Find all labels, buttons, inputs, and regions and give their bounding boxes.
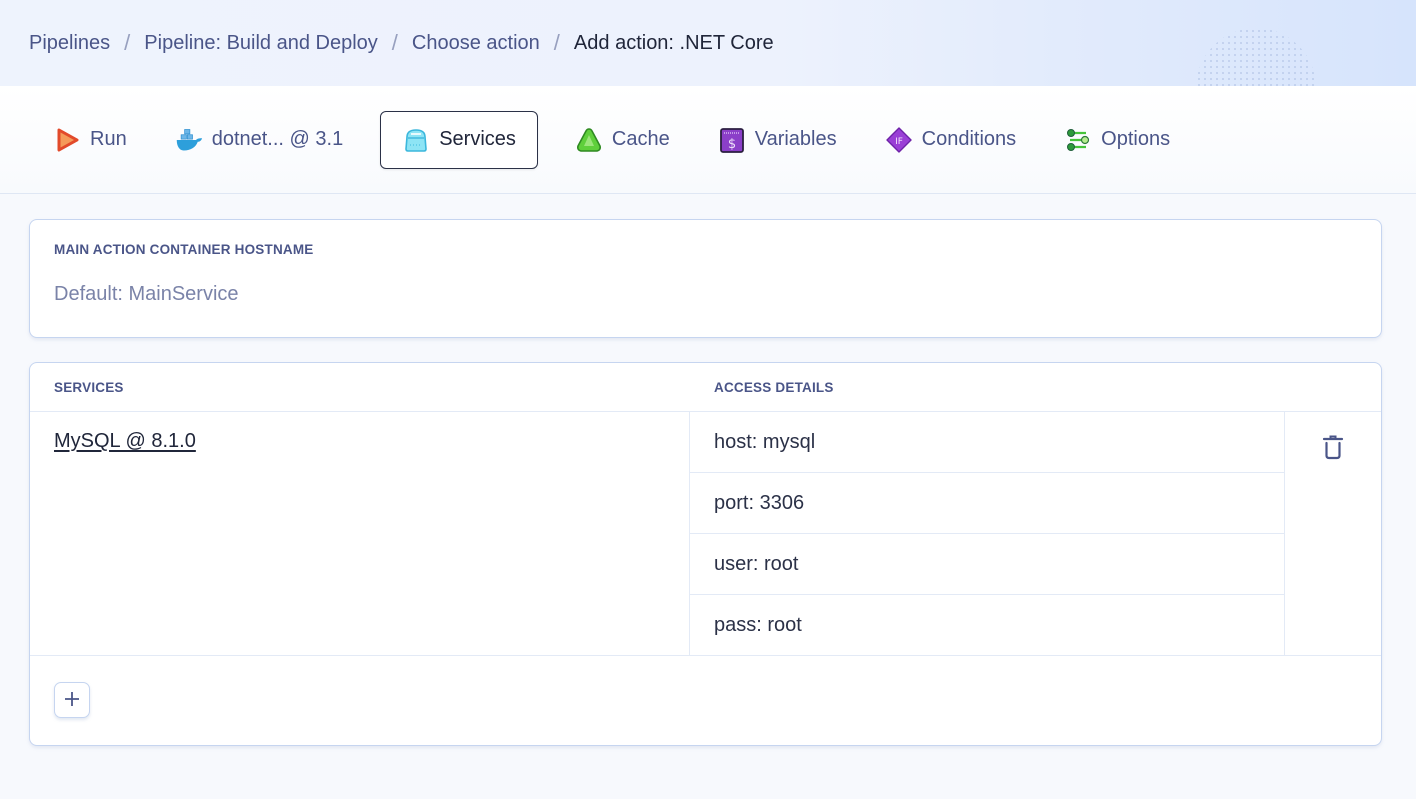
run-icon [53,126,81,154]
access-detail-port: port: 3306 [690,473,1284,534]
svg-text:IF: IF [895,137,903,147]
breadcrumb-pipeline[interactable]: Pipeline: Build and Deploy [144,32,378,55]
services-card: SERVICES ACCESS DETAILS MySQL @ 8.1.0 ho… [29,362,1382,746]
tab-options[interactable]: Options [1053,111,1181,169]
tab-conditions[interactable]: IF Conditions [874,111,1028,169]
table-row: MySQL @ 8.1.0 host: mysql port: 3306 use… [30,412,1381,656]
tab-label: Variables [754,128,837,150]
docker-icon [175,126,203,154]
tab-services[interactable]: Services [380,110,538,169]
tab-label: Cache [611,128,670,150]
tab-run[interactable]: Run [42,111,138,169]
tab-label: dotnet... @ 3.1 [211,128,344,150]
plus-icon [64,691,80,710]
delete-service-button[interactable] [1319,434,1347,464]
services-footer [30,656,1381,745]
services-icon [402,126,430,154]
tab-label: Conditions [921,128,1017,150]
service-link[interactable]: MySQL @ 8.1.0 [54,430,196,452]
tab-label: Options [1101,128,1171,150]
options-icon [1064,126,1092,154]
breadcrumb-separator: / [391,30,398,55]
tab-docker-image[interactable]: dotnet... @ 3.1 [164,111,355,169]
tab-bar: Run dotnet... @ 3.1 Services Cache $ Var… [0,86,1416,194]
breadcrumb: Pipelines / Pipeline: Build and Deploy /… [29,30,774,56]
hostname-label: MAIN ACTION CONTAINER HOSTNAME [54,242,314,257]
access-details-column-header: ACCESS DETAILS [714,379,834,395]
access-details-list: host: mysql port: 3306 user: root pass: … [690,412,1285,655]
breadcrumb-separator: / [124,30,131,55]
tab-label: Services [439,128,516,150]
main-content: MAIN ACTION CONTAINER HOSTNAME SERVICES … [0,194,1416,746]
breadcrumb-separator: / [553,30,560,55]
access-detail-user: user: root [690,534,1284,595]
access-detail-host: host: mysql [690,412,1284,473]
hostname-input[interactable] [54,283,1357,306]
breadcrumb-current: Add action: .NET Core [573,31,774,54]
decorative-dots [1196,28,1316,86]
breadcrumb-pipelines[interactable]: Pipelines [29,32,110,55]
access-detail-pass: pass: root [714,614,802,636]
service-name-cell: MySQL @ 8.1.0 [30,412,690,655]
services-table-header: SERVICES ACCESS DETAILS [30,363,1381,412]
services-column-header: SERVICES [54,379,124,395]
cache-icon [575,126,603,154]
hostname-card: MAIN ACTION CONTAINER HOSTNAME [29,219,1382,338]
tab-label: Run [90,128,127,150]
conditions-icon: IF [885,126,913,154]
row-actions-cell [1285,412,1381,655]
header-bar: Pipelines / Pipeline: Build and Deploy /… [0,0,1416,86]
tab-variables[interactable]: $ Variables [707,111,848,169]
tab-cache[interactable]: Cache [564,111,681,169]
variables-icon: $ [718,126,746,154]
svg-text:$: $ [728,137,736,152]
add-service-button[interactable] [54,682,90,718]
breadcrumb-choose-action[interactable]: Choose action [412,32,540,55]
trash-icon [1322,434,1344,464]
